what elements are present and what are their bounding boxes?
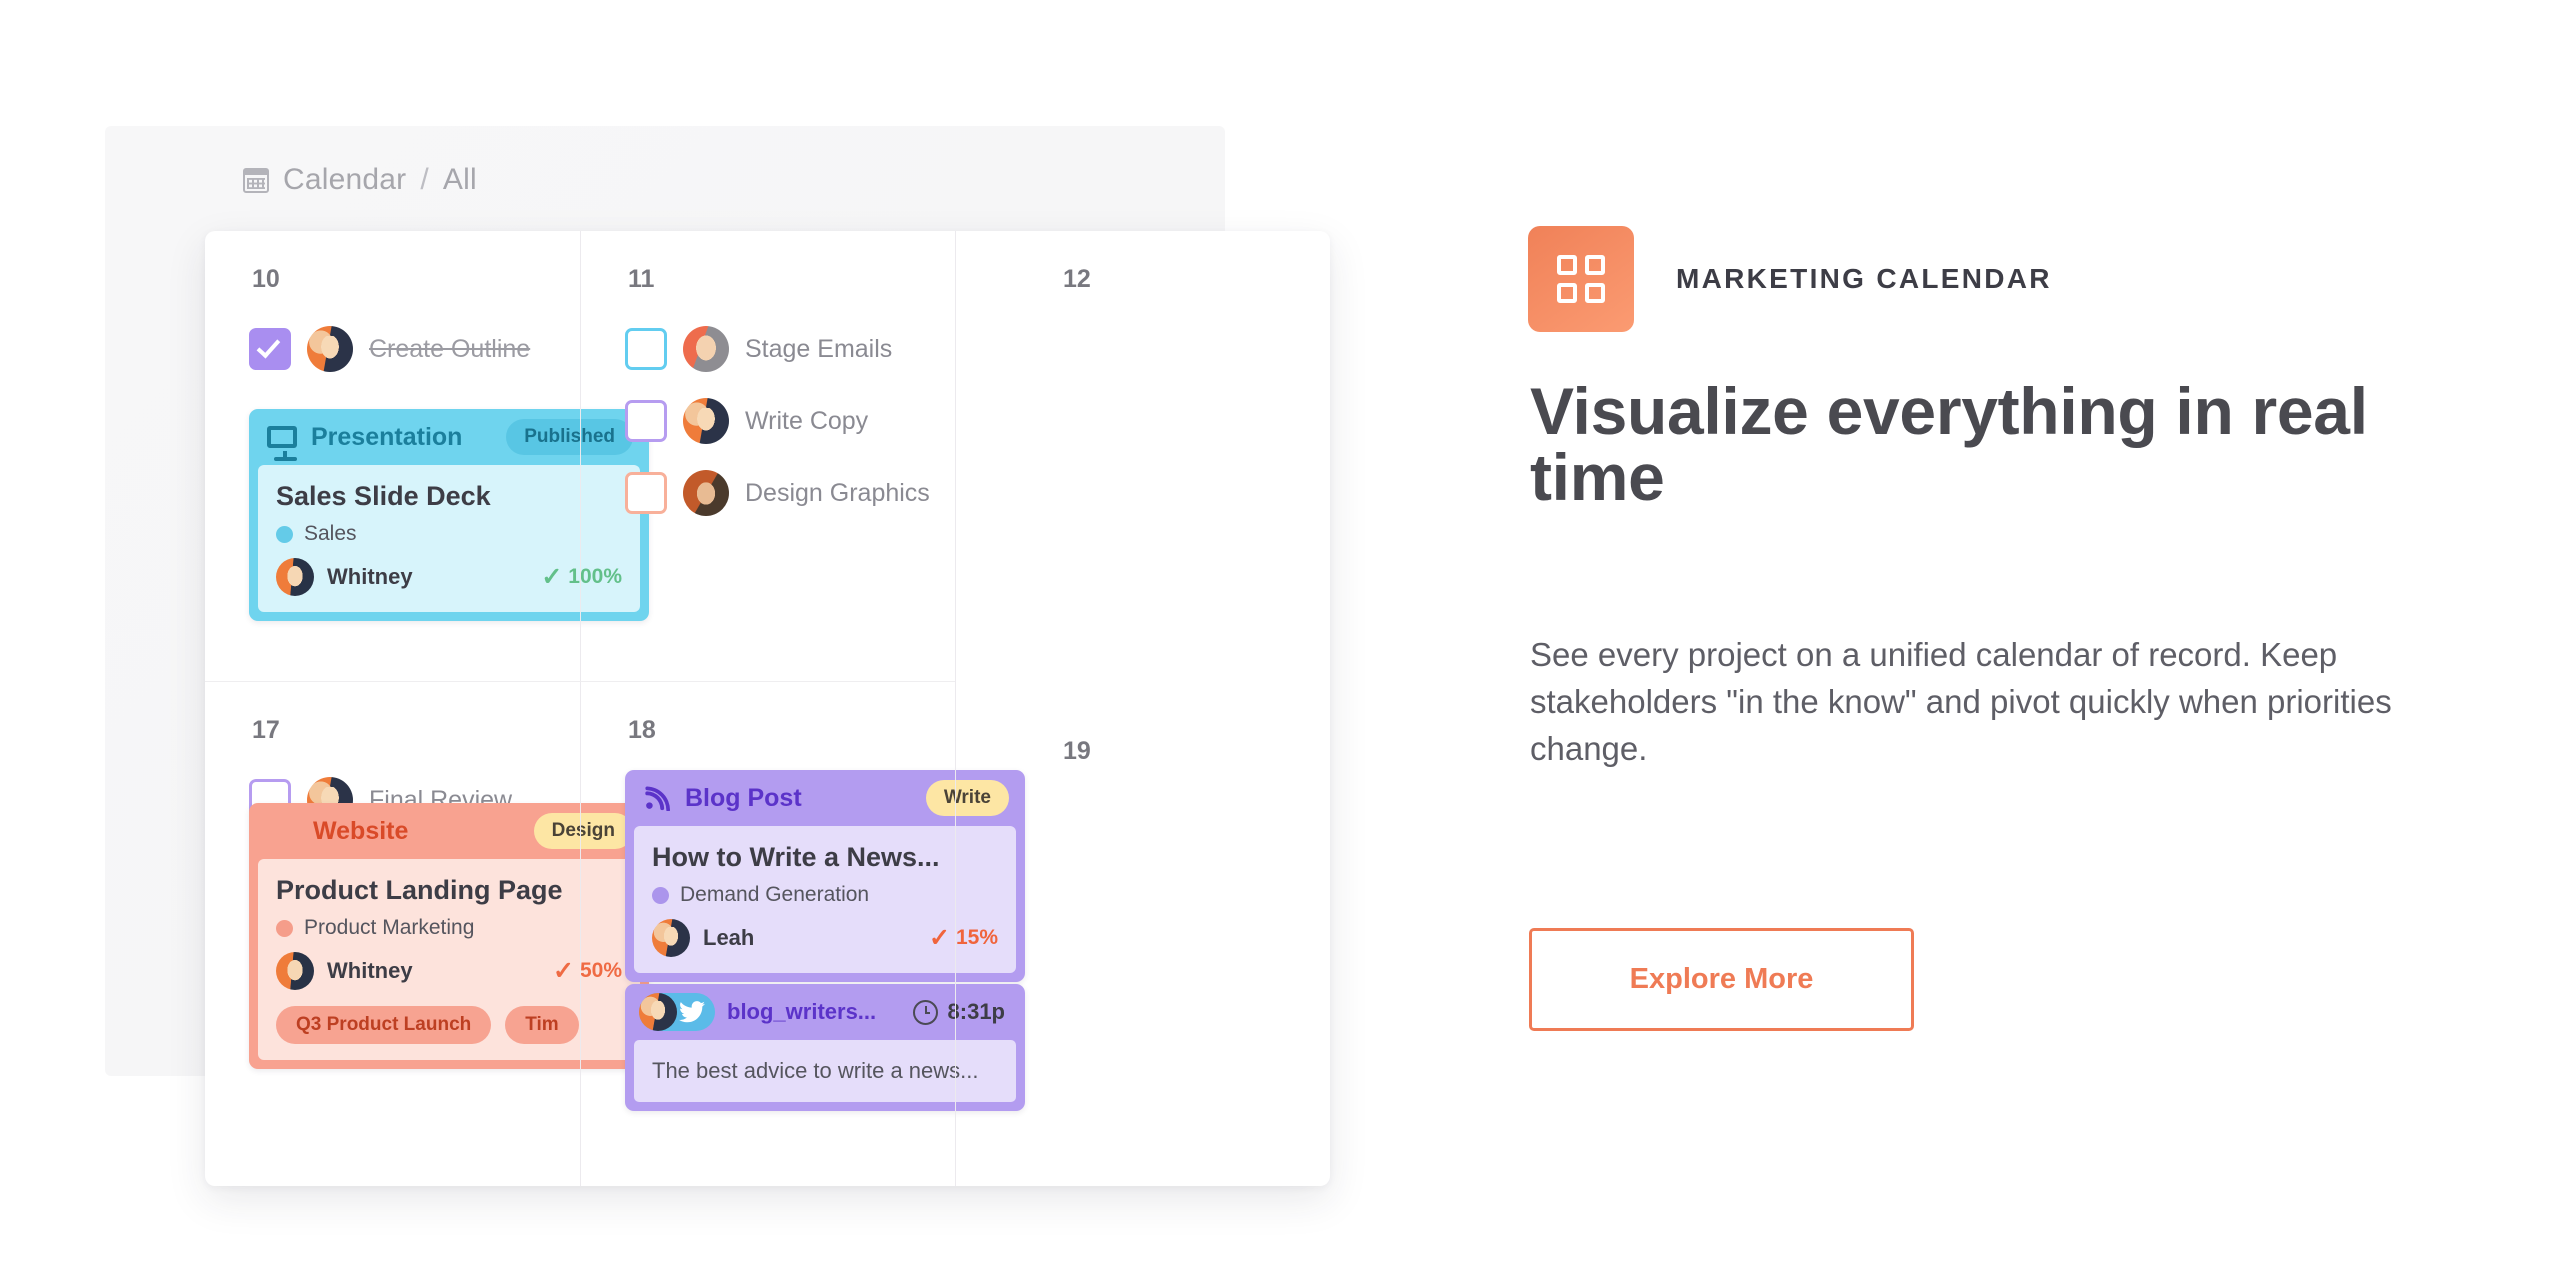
avatar — [683, 470, 729, 516]
presentation-screen-icon — [267, 426, 297, 461]
calendar-day-cell[interactable]: 10 Create Outline Presentation Published… — [205, 231, 649, 681]
task-label: Design Graphics — [745, 478, 930, 507]
task-row[interactable]: Design Graphics — [625, 457, 931, 529]
tweet-handle: blog_writers... — [727, 999, 877, 1024]
task-label: Write Copy — [745, 406, 869, 435]
promo-header: MARKETING CALENDAR — [1528, 226, 2052, 332]
breadcrumb-separator: / — [420, 163, 429, 196]
event-tag[interactable]: Tim — [505, 1006, 579, 1044]
event-footer: Whitney ✓ 50% — [276, 952, 622, 990]
task-row[interactable]: Stage Emails — [625, 313, 931, 385]
list-color-dot — [276, 525, 293, 543]
avatar — [276, 952, 314, 990]
calendar-day-cell[interactable]: 19 — [955, 681, 1330, 1186]
task-label: Create Outline — [369, 334, 531, 363]
day-number: 19 — [1063, 737, 1091, 765]
event-type-label: Blog Post — [685, 783, 802, 812]
event-type-label: Website — [313, 816, 409, 845]
list-color-dot — [652, 886, 669, 904]
calendar-mockup: Calendar / All 10 Create Outline Present… — [0, 0, 1500, 1283]
task-list: Stage Emails Write Copy Design Graphics — [625, 313, 931, 529]
breadcrumb: Calendar / All — [243, 163, 477, 197]
day-number: 11 — [628, 265, 655, 293]
event-title: Sales Slide Deck — [276, 481, 491, 511]
event-list-row: Product Marketing — [276, 916, 622, 940]
clock-icon — [912, 999, 938, 1025]
laptop-icon — [267, 819, 299, 843]
event-list-name: Sales — [304, 522, 357, 545]
promo-description: See every project on a unified calendar … — [1530, 636, 2392, 767]
avatar — [683, 398, 729, 444]
breadcrumb-current[interactable]: All — [443, 163, 477, 197]
task-checkbox[interactable] — [625, 400, 667, 442]
calendar-day-cell[interactable]: 18 Blog Post Write How to Write a News..… — [580, 681, 1025, 1186]
calendar-icon — [243, 167, 269, 193]
event-list-row: Sales — [276, 522, 622, 546]
day-number: 10 — [252, 265, 280, 293]
event-assignee: Leah — [703, 925, 755, 950]
tweet-text: The best advice to write a news... — [652, 1058, 979, 1083]
avatar — [276, 558, 314, 596]
check-icon: ✓ — [553, 957, 574, 985]
calendar-day-cell[interactable]: 17 Final Review Website Design Product L… — [205, 681, 649, 1186]
day-number: 12 — [1063, 265, 1091, 293]
check-icon — [256, 334, 281, 359]
explore-more-button[interactable]: Explore More — [1529, 928, 1914, 1031]
event-type-label: Presentation — [311, 422, 463, 451]
twitter-icon — [679, 1001, 705, 1023]
event-list-name: Demand Generation — [680, 883, 870, 906]
avatar — [639, 993, 677, 1031]
event-footer: Whitney ✓ 100% — [276, 558, 622, 596]
event-title: Product Landing Page — [276, 875, 563, 905]
task-list: Create Outline — [249, 313, 556, 385]
calendar-day-cell[interactable]: 12 — [955, 231, 1330, 681]
task-row[interactable]: Create Outline — [249, 313, 556, 385]
task-label: Stage Emails — [745, 334, 893, 363]
event-assignee: Whitney — [327, 958, 413, 983]
promo-kicker: MARKETING CALENDAR — [1676, 263, 2052, 294]
event-list-row: Demand Generation — [652, 883, 998, 907]
event-list-name: Product Marketing — [304, 916, 475, 939]
breadcrumb-root[interactable]: Calendar — [283, 163, 406, 197]
page-title: Visualize everything in real time — [1530, 374, 2368, 514]
avatar — [652, 919, 690, 957]
day-number: 17 — [252, 716, 280, 744]
event-title: How to Write a News... — [652, 842, 940, 872]
event-footer: Leah ✓ 15% — [652, 919, 998, 957]
task-checkbox[interactable] — [249, 328, 291, 370]
check-icon: ✓ — [541, 563, 563, 591]
calendar-card: 10 Create Outline Presentation Published… — [205, 231, 1330, 1186]
calendar-grid: 10 Create Outline Presentation Published… — [205, 231, 1330, 1186]
day-number: 18 — [628, 716, 656, 744]
list-color-dot — [276, 919, 293, 937]
task-checkbox[interactable] — [625, 328, 667, 370]
avatar — [307, 326, 353, 372]
event-tag[interactable]: Q3 Product Launch — [276, 1006, 492, 1044]
check-icon: ✓ — [929, 924, 950, 952]
calendar-day-cell[interactable]: 11 Stage Emails Write Copy Design Graphi… — [580, 231, 955, 681]
task-row[interactable]: Write Copy — [625, 385, 931, 457]
event-assignee: Whitney — [327, 564, 413, 589]
grid-squares-icon — [1528, 226, 1634, 332]
promo-panel: MARKETING CALENDAR Visualize everything … — [1528, 0, 2560, 1283]
avatar — [683, 326, 729, 372]
task-checkbox[interactable] — [625, 472, 667, 514]
page-root: Calendar / All 10 Create Outline Present… — [0, 0, 2560, 1283]
event-tag-list: Q3 Product Launch Tim — [276, 1006, 622, 1044]
rss-icon — [643, 785, 671, 812]
twitter-author-badge — [639, 993, 715, 1031]
